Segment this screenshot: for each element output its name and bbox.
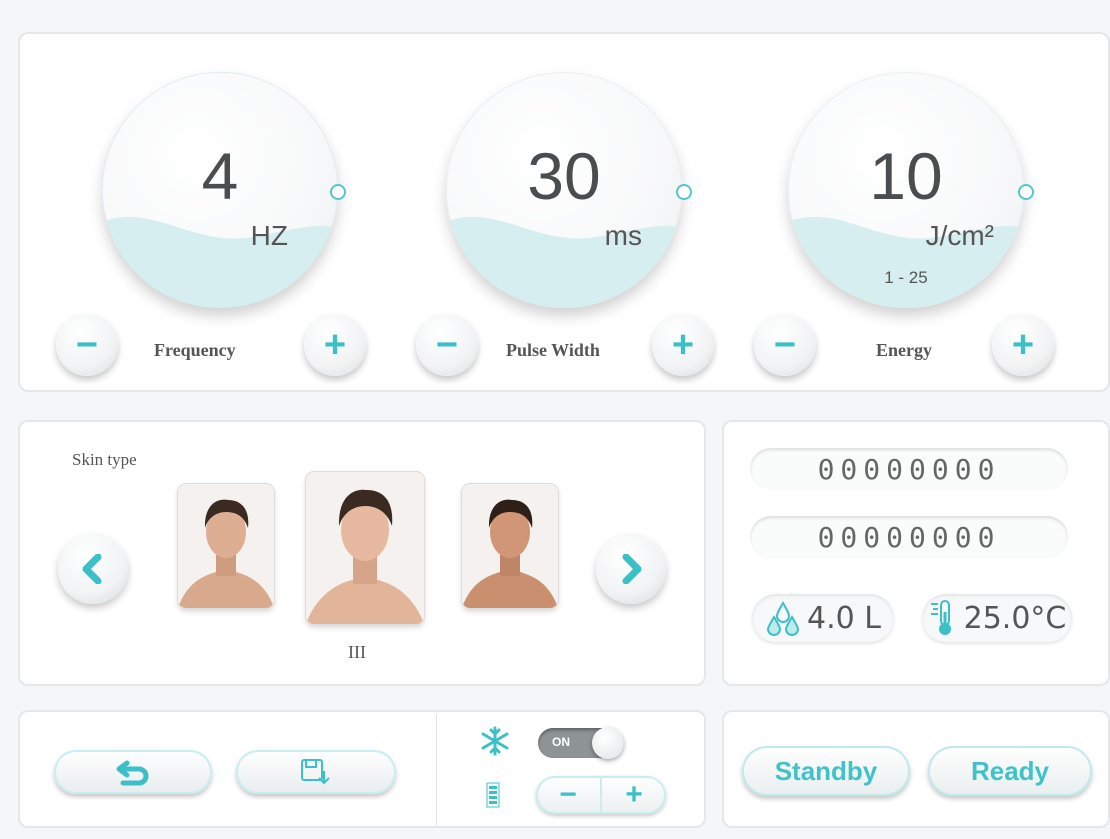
skin-type-title: Skin type <box>72 450 137 469</box>
frequency-plus-button[interactable]: + <box>304 314 366 376</box>
skin-type-thumbnail-selected[interactable] <box>306 472 424 624</box>
face-image <box>306 472 424 624</box>
pulse-width-value: 30 <box>527 139 601 213</box>
pulse-width-plus-button[interactable]: + <box>652 314 714 376</box>
cooling-toggle-knob <box>592 727 624 759</box>
frequency-value: 4 <box>201 139 239 213</box>
bottom-divider <box>436 714 437 826</box>
energy-value: 10 <box>869 139 943 213</box>
face-image <box>462 484 558 608</box>
energy-plus-button[interactable]: + <box>992 314 1054 376</box>
standby-button[interactable]: Standby <box>742 746 910 796</box>
pulse-width-dial[interactable]: 30 ms <box>446 72 682 308</box>
skin-type-panel: Skin type III <box>18 420 706 686</box>
pulse-width-knob[interactable] <box>676 184 692 200</box>
save-button[interactable] <box>236 750 396 794</box>
energy-minus-button[interactable]: − <box>754 314 816 376</box>
back-button[interactable] <box>54 750 212 794</box>
level-stepper: − + <box>536 776 666 814</box>
frequency-minus-button[interactable]: − <box>56 314 118 376</box>
action-panel: ON − + <box>18 710 706 828</box>
skin-type-value: III <box>348 642 366 662</box>
level-plus-button[interactable]: + <box>602 776 666 814</box>
save-icon <box>301 759 330 785</box>
energy-label: Energy <box>876 340 932 360</box>
cooling-toggle[interactable]: ON <box>538 727 624 759</box>
water-level-indicator: 4.0 L <box>752 594 894 642</box>
snowflake-icon <box>481 726 509 756</box>
temperature-indicator: 25.0°C <box>922 594 1072 642</box>
cooling-toggle-label: ON <box>552 735 570 749</box>
level-minus-button[interactable]: − <box>536 776 602 814</box>
skin-type-thumbnail-next[interactable] <box>462 484 558 608</box>
pulse-width-minus-button[interactable]: − <box>416 314 478 376</box>
energy-range: 1 - 25 <box>884 268 928 287</box>
water-drops-icon <box>767 600 800 636</box>
shot-counter-total: 00000000 <box>750 448 1068 490</box>
parameters-panel: 4 HZ − Frequency + 30 ms − Pulse Width +… <box>18 32 1110 392</box>
face-image <box>178 484 274 608</box>
skin-prev-button[interactable] <box>58 534 128 604</box>
state-panel: Standby Ready <box>722 710 1110 828</box>
frequency-label: Frequency <box>154 340 236 360</box>
back-arrow-icon <box>116 760 149 786</box>
ready-button[interactable]: Ready <box>928 746 1092 796</box>
chevron-right-icon <box>622 554 642 584</box>
chevron-left-icon <box>82 554 102 584</box>
stats-panel: 00000000 00000000 4.0 L 25.0°C <box>722 420 1110 686</box>
frequency-dial[interactable]: 4 HZ <box>102 72 338 308</box>
energy-unit: J/cm² <box>925 220 994 251</box>
temperature-value: 25.0°C <box>963 600 1067 636</box>
frequency-unit: HZ <box>250 220 288 251</box>
skin-type-thumbnail-prev[interactable] <box>178 484 274 608</box>
level-bars-icon <box>486 782 500 808</box>
frequency-knob[interactable] <box>330 184 346 200</box>
pulse-width-label: Pulse Width <box>506 340 600 360</box>
skin-next-button[interactable] <box>596 534 666 604</box>
energy-knob[interactable] <box>1018 184 1034 200</box>
thermometer-icon <box>930 600 951 635</box>
water-level-value: 4.0 L <box>807 600 881 636</box>
shot-counter-session: 00000000 <box>750 516 1068 558</box>
pulse-width-unit: ms <box>604 220 642 251</box>
energy-dial[interactable]: 10 J/cm² 1 - 25 <box>788 72 1024 308</box>
